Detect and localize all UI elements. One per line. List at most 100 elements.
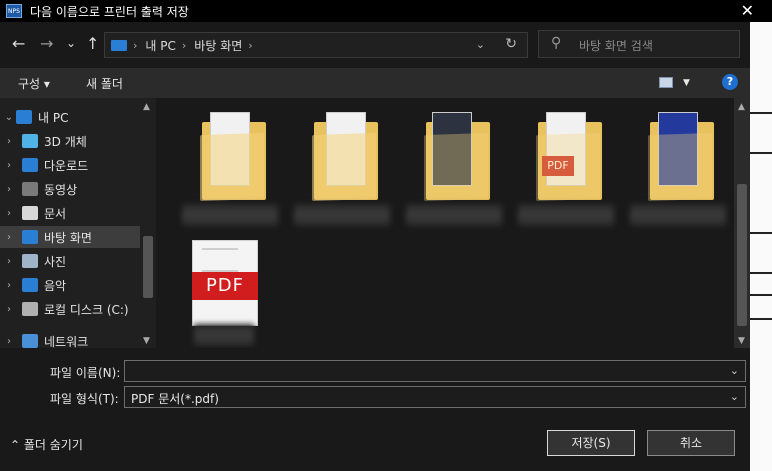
folder-name [182, 204, 278, 226]
new-folder-button[interactable]: 새 폴더 [86, 75, 123, 92]
scroll-up-icon[interactable]: ▲ [143, 102, 150, 112]
sidebar-item-label: 3D 개체 [44, 134, 87, 149]
sidebar-scroll-thumb[interactable] [143, 236, 153, 298]
help-icon[interactable]: ? [722, 74, 738, 90]
view-options-icon[interactable] [659, 77, 673, 88]
cancel-button[interactable]: 취소 [647, 430, 735, 456]
background-window-edge [750, 22, 772, 471]
breadcrumb-pc[interactable]: 내 PC [145, 37, 175, 54]
save-form: 파일 이름(N): ⌄ 파일 형식(T): PDF 문서(*.pdf) ⌄ ⌃ … [0, 348, 750, 471]
filename-field[interactable]: ⌄ [124, 360, 746, 382]
sidebar-item[interactable]: › 로컬 디스크 (C:) [0, 298, 140, 320]
breadcrumb-separator: › [181, 38, 187, 52]
chevron-right-icon[interactable]: › [4, 160, 14, 171]
chevron-down-icon[interactable]: ⌄ [730, 390, 739, 403]
navigation-pane: ⌄ 내 PC › 3D 개체 › 다운로드 › 동영상 › 문서 › 바탕 화면 › 사진 › 음악 › 로컬 디… [0, 98, 156, 348]
chevron-right-icon[interactable]: › [4, 184, 14, 195]
sidebar-item-label: 다운로드 [44, 158, 89, 173]
forward-arrow-icon[interactable]: → [40, 34, 53, 53]
sidebar-item[interactable]: › 바탕 화면 [0, 226, 140, 248]
file-name [194, 324, 254, 346]
breadcrumb-separator: › [133, 38, 138, 52]
up-arrow-icon[interactable]: ↑ [86, 34, 99, 53]
back-arrow-icon[interactable]: ← [12, 34, 25, 53]
desktop-icon [22, 230, 38, 244]
search-input[interactable]: 바탕 화면 검색 [579, 37, 653, 54]
file-list-scrollbar[interactable]: ▲ ▼ [734, 98, 750, 348]
scroll-down-icon[interactable]: ▼ [143, 336, 150, 346]
address-bar[interactable]: › 내 PC › 바탕 화면 › ⌄ ↻ [104, 32, 528, 58]
search-box[interactable]: ⚲ 바탕 화면 검색 [538, 30, 740, 58]
refresh-icon[interactable]: ↻ [505, 36, 517, 52]
chevron-right-icon[interactable]: › [4, 232, 14, 243]
pc-icon [16, 110, 32, 124]
sidebar-item[interactable]: › 문서 [0, 202, 140, 224]
chevron-right-icon[interactable]: › [4, 136, 14, 147]
download-icon [22, 158, 38, 172]
3d-objects-icon [22, 134, 38, 148]
folder-name [518, 204, 614, 226]
folder-item[interactable] [292, 104, 392, 232]
sidebar-item[interactable]: › 사진 [0, 250, 140, 272]
search-icon: ⚲ [551, 35, 562, 51]
chevron-right-icon[interactable]: › [4, 280, 14, 291]
pdf-badge: PDF [192, 272, 258, 300]
video-icon [22, 182, 38, 196]
sidebar-item[interactable]: › 3D 개체 [0, 130, 140, 152]
chevron-right-icon[interactable]: › [4, 336, 14, 347]
sidebar-item-label: 동영상 [44, 182, 78, 197]
chevron-down-icon[interactable]: ⌄ [730, 364, 739, 377]
scroll-up-icon[interactable]: ▲ [738, 102, 745, 112]
sidebar-scrollbar[interactable] [140, 98, 156, 348]
app-icon: NPS [6, 4, 22, 18]
sidebar-item[interactable]: ⌄ 내 PC [0, 106, 140, 128]
hide-folders-button[interactable]: ⌃ 폴더 숨기기 [10, 436, 83, 453]
folder-name [406, 204, 502, 226]
view-dropdown-icon[interactable]: ▼ [683, 78, 690, 88]
folder-name [630, 204, 726, 226]
navigation-bar: ← → ⌄ ↑ › 내 PC › 바탕 화면 › ⌄ ↻ ⚲ 바탕 화면 검색 [0, 22, 772, 68]
folder-item[interactable] [404, 104, 504, 232]
folder-item[interactable] [180, 104, 280, 232]
title-bar: NPS 다음 이름으로 프린터 출력 저장 ✕ [0, 0, 772, 22]
sidebar-item[interactable]: › 다운로드 [0, 154, 140, 176]
filetype-value: PDF 문서(*.pdf) [131, 392, 219, 406]
filetype-label: 파일 형식(T): [50, 392, 119, 406]
sidebar-item-label: 바탕 화면 [44, 230, 92, 245]
documents-icon [22, 206, 38, 220]
disk-icon [22, 302, 38, 316]
network-icon [22, 334, 38, 348]
sidebar-item[interactable]: › 음악 [0, 274, 140, 296]
chevron-down-icon[interactable]: ⌄ [476, 38, 485, 51]
save-button[interactable]: 저장(S) [547, 430, 635, 456]
breadcrumb-desktop[interactable]: 바탕 화면 [194, 37, 242, 54]
sidebar-item-label: 로컬 디스크 (C:) [44, 302, 129, 317]
window-title: 다음 이름으로 프린터 출력 저장 [30, 4, 189, 19]
filetype-select[interactable]: PDF 문서(*.pdf) ⌄ [124, 386, 746, 408]
breadcrumb-separator: › [248, 38, 253, 52]
sidebar-item[interactable]: › 네트워크 [0, 330, 140, 348]
sidebar-item-label: 음악 [44, 278, 67, 293]
scroll-down-icon[interactable]: ▼ [738, 336, 745, 346]
pictures-icon [22, 254, 38, 268]
chevron-down-icon[interactable]: ⌄ [4, 112, 14, 123]
pc-icon [111, 39, 127, 51]
sidebar-item-label: 사진 [44, 254, 67, 269]
chevron-right-icon[interactable]: › [4, 256, 14, 267]
chevron-right-icon[interactable]: › [4, 208, 14, 219]
pdf-file-item[interactable]: PDF [156, 226, 258, 348]
command-toolbar: 구성 ▾ 새 폴더 ▼ ? [0, 68, 772, 98]
folder-item[interactable]: PDF [516, 104, 616, 232]
close-icon[interactable]: ✕ [741, 1, 754, 20]
folder-name [294, 204, 390, 226]
file-list-scroll-thumb[interactable] [737, 184, 747, 326]
chevron-right-icon[interactable]: › [4, 304, 14, 315]
folder-item[interactable] [628, 104, 728, 232]
file-list: PDF PDF [156, 98, 734, 348]
organize-menu[interactable]: 구성 ▾ [18, 75, 50, 92]
sidebar-item[interactable]: › 동영상 [0, 178, 140, 200]
music-icon [22, 278, 38, 292]
recent-locations-icon[interactable]: ⌄ [66, 36, 76, 50]
sidebar-item-label: 문서 [44, 206, 67, 221]
sidebar-item-label: 내 PC [38, 110, 69, 125]
